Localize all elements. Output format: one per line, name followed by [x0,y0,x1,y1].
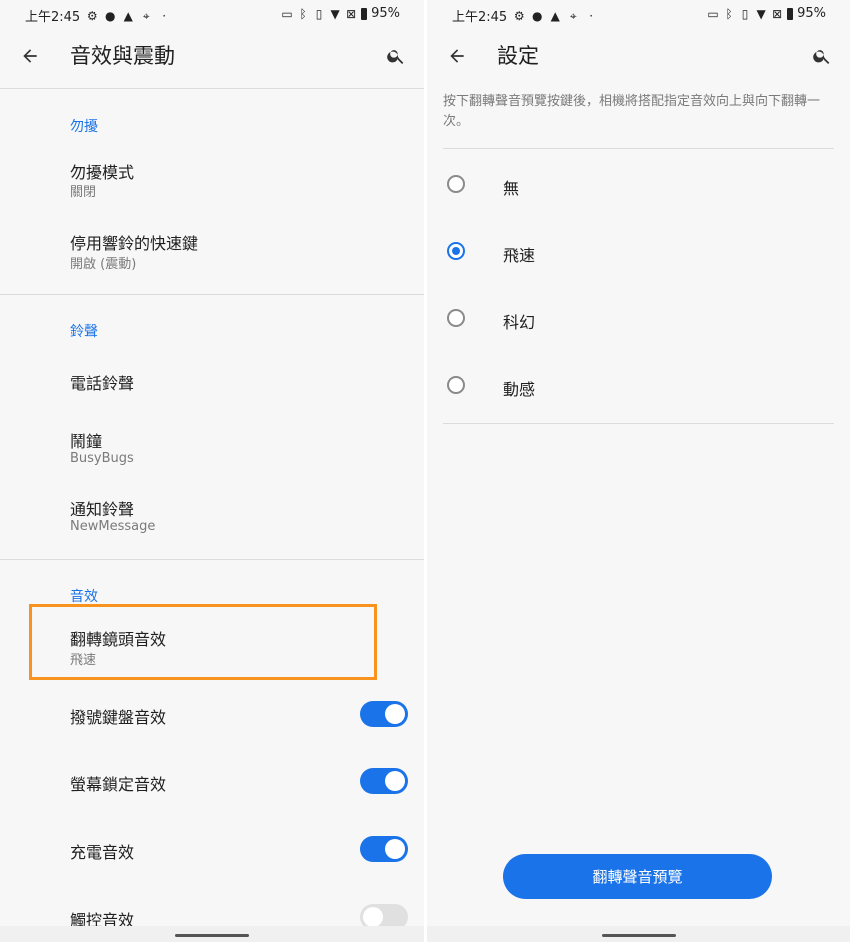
back-button[interactable] [14,40,46,72]
location-icon: ⌖ [569,8,577,23]
item-title: 通知鈴聲 [70,500,135,519]
item-title: 勿擾模式 [70,163,135,182]
vibrate-icon: ▯ [741,6,749,21]
status-bar: 上午2:45 ⚙ ● ▲ ⌖ · ▭ ᛒ ▯ ▼ ⊠ 95% [0,0,424,28]
home-gesture-pill[interactable] [175,934,249,937]
divider [0,294,424,295]
charging-sound-item[interactable]: 充電音效 [0,825,424,873]
toggle-knob [385,839,405,859]
flip-sound-settings-screen: 上午2:45 ⚙ ● ▲ ⌖ · ▭ ᛒ ▯ ▼ ⊠ 95% 設定 按下翻轉聲音… [427,0,850,942]
arrow-back-icon [450,49,464,63]
divider [443,423,834,424]
arrow-back-icon [23,49,37,63]
item-title: 撥號鍵盤音效 [70,708,167,727]
search-button[interactable] [806,40,838,72]
search-icon [387,50,404,64]
search-icon [813,50,830,64]
gear-icon: ⚙ [86,8,98,23]
option-label: 飛速 [503,246,536,265]
item-title: 螢幕鎖定音效 [70,775,167,794]
charging-sound-toggle[interactable] [360,836,408,862]
app-bar: 設定 [427,28,850,84]
search-button[interactable] [380,40,412,72]
dial-pad-sound-item[interactable]: 撥號鍵盤音效 [0,690,424,738]
battery-icon [361,7,368,20]
mute-shortcut-item[interactable]: 停用響鈴的快速鍵 開啟 (震動) [0,220,424,278]
status-bar: 上午2:45 ⚙ ● ▲ ⌖ · ▭ ᛒ ▯ ▼ ⊠ 95% [427,0,850,28]
divider [443,148,834,149]
description-text: 按下翻轉聲音預覽按鍵後，相機將搭配指定音效向上與向下翻轉一次。 [443,94,821,129]
item-title: 鬧鐘 [70,432,103,451]
highlight-frame [29,604,377,680]
phone-ringtone-item[interactable]: 電話鈴聲 [0,356,424,406]
wifi-icon: ▼ [330,6,340,21]
radio-button[interactable] [447,376,465,394]
dot-icon: · [589,8,594,23]
facebook-icon: ● [104,8,116,23]
item-subtitle: BusyBugs [70,451,134,466]
divider [0,559,424,560]
page-title: 設定 [497,44,539,68]
flip-sound-preview-button[interactable]: 翻轉聲音預覽 [503,854,772,899]
home-gesture-pill[interactable] [601,934,676,937]
toggle-knob [363,907,383,927]
drive-icon: ▲ [550,8,560,23]
item-title: 充電音效 [70,843,135,862]
status-time: 上午2:45 [452,10,508,25]
gear-icon: ⚙ [513,8,525,23]
wifi-icon: ▼ [756,6,766,21]
drive-icon: ▲ [123,8,133,23]
battery-percent: 95% [371,6,400,21]
option-speed[interactable]: 飛速 [427,224,850,280]
divider [0,88,424,89]
screen-lock-sound-toggle[interactable] [360,768,408,794]
toggle-knob [385,771,405,791]
screen-lock-sound-item[interactable]: 螢幕鎖定音效 [0,757,424,805]
dial-pad-sound-toggle[interactable] [360,701,408,727]
auto-brightness-icon: ▭ [707,6,719,21]
radio-button[interactable] [447,309,465,327]
radio-button-selected[interactable] [447,242,465,260]
item-title: 電話鈴聲 [70,374,135,393]
no-sim-icon: ⊠ [346,6,357,21]
bluetooth-icon: ᛒ [725,6,733,21]
page-title: 音效與震動 [70,44,175,68]
option-scifi[interactable]: 科幻 [427,291,850,347]
section-header-ringtone: 鈴聲 [70,324,98,340]
dot-icon: · [162,8,167,23]
vibrate-icon: ▯ [315,6,323,21]
notification-ringtone-item[interactable]: 通知鈴聲 NewMessage [0,486,424,544]
section-header-sound: 音效 [70,589,98,605]
option-label: 動感 [503,380,536,399]
no-sim-icon: ⊠ [772,6,783,21]
navigation-bar [0,926,424,942]
option-dynamic[interactable]: 動感 [427,358,850,414]
toggle-knob [385,704,405,724]
battery-percent: 95% [797,6,826,21]
navigation-bar [427,926,850,942]
back-button[interactable] [441,40,473,72]
item-subtitle: 關閉 [70,185,97,200]
sound-vibration-screen: 上午2:45 ⚙ ● ▲ ⌖ · ▭ ᛒ ▯ ▼ ⊠ 95% 音效與震動 勿擾 … [0,0,424,942]
item-subtitle: 開啟 (震動) [70,257,137,272]
item-subtitle: NewMessage [70,519,156,534]
alarm-item[interactable]: 鬧鐘 BusyBugs [0,418,424,476]
bluetooth-icon: ᛒ [299,6,307,21]
facebook-icon: ● [531,8,543,23]
option-none[interactable]: 無 [427,157,850,213]
status-time: 上午2:45 [25,10,81,25]
option-label: 科幻 [503,313,536,332]
dnd-mode-item[interactable]: 勿擾模式 關閉 [0,150,424,208]
app-bar: 音效與震動 [0,28,424,84]
item-title: 停用響鈴的快速鍵 [70,234,199,253]
radio-button[interactable] [447,175,465,193]
option-label: 無 [503,179,520,198]
location-icon: ⌖ [142,8,150,23]
battery-icon [787,7,794,20]
section-header-dnd: 勿擾 [70,119,98,135]
auto-brightness-icon: ▭ [281,6,293,21]
